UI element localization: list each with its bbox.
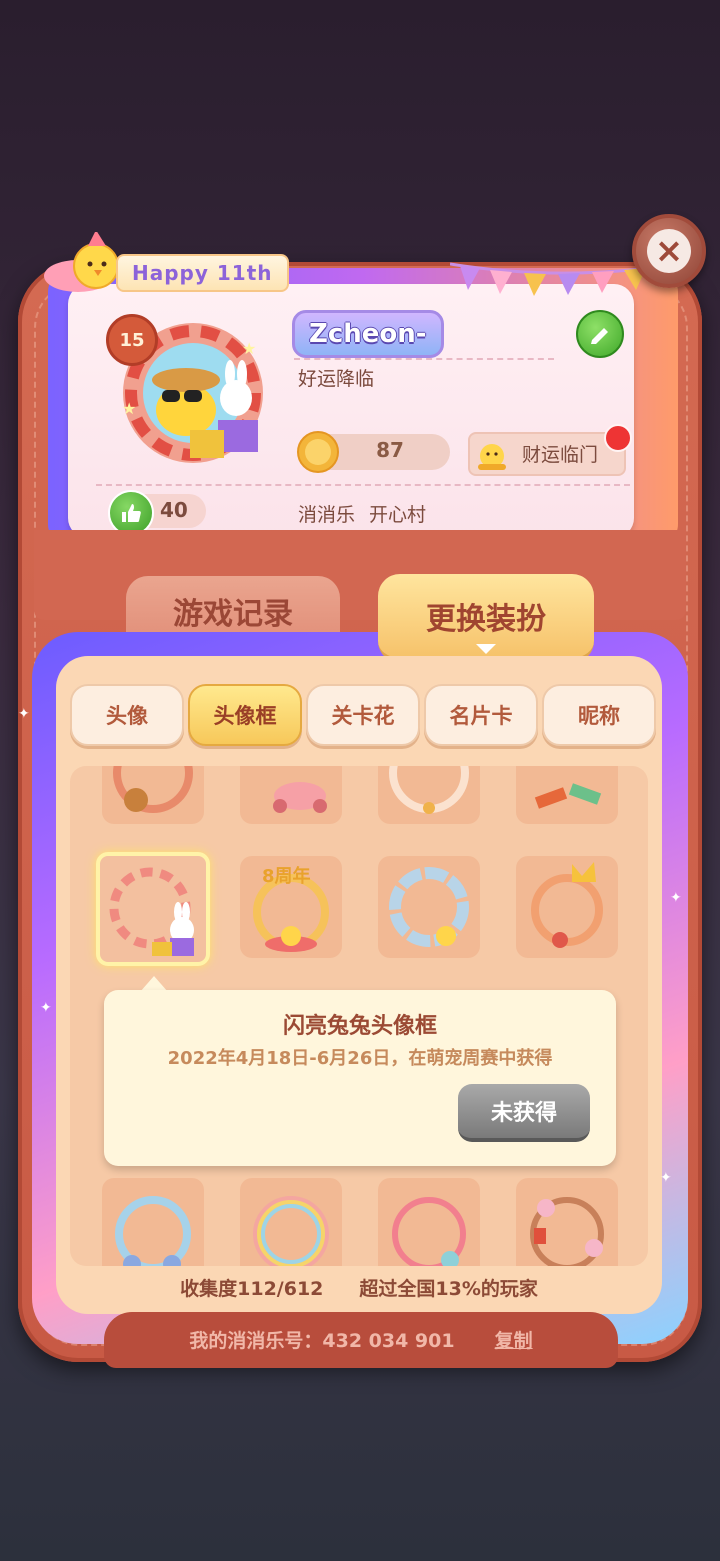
- frame-item-ribbon[interactable]: [378, 766, 480, 824]
- subtab-level-flower[interactable]: 关卡花: [306, 684, 420, 746]
- frame-item-rainbow[interactable]: [240, 1178, 342, 1266]
- nickname: Zcheon-: [292, 310, 444, 358]
- level-badge: 15: [106, 314, 158, 366]
- account-label: 我的消消乐号：432 034 901: [189, 1330, 455, 1352]
- subtab-name-card[interactable]: 名片卡: [424, 684, 538, 746]
- likes-value: 40: [160, 498, 188, 522]
- frame-item-king[interactable]: [516, 856, 618, 958]
- divider: [294, 358, 554, 360]
- divider: [96, 484, 630, 486]
- pencil-icon: [591, 328, 608, 344]
- sparkle-icon: ✦: [18, 706, 30, 722]
- frame-item-blossom[interactable]: [516, 1178, 618, 1266]
- profile-motto: 好运降临: [298, 368, 375, 390]
- account-id: 我的消消乐号：432 034 901 复制: [104, 1326, 618, 1353]
- frame-item-rainbow-flower[interactable]: [102, 1178, 204, 1266]
- frame-item-prism[interactable]: [378, 856, 480, 958]
- subtab-avatar[interactable]: 头像: [70, 684, 184, 746]
- close-icon: ×: [647, 229, 691, 273]
- location-village: 开心村: [369, 504, 427, 526]
- frame-title: 闪亮兔兔头像框: [282, 1014, 437, 1039]
- frame-item-shiny-bunny[interactable]: [96, 852, 210, 966]
- location-game: 消消乐: [298, 504, 356, 526]
- frame-item-bear[interactable]: [102, 766, 204, 824]
- bunting-decoration: [450, 262, 650, 296]
- subtab-nickname[interactable]: 昵称: [542, 684, 656, 746]
- frame-item-scooter[interactable]: [240, 766, 342, 824]
- sparkle-icon: ✦: [660, 1170, 672, 1186]
- tab-indicator-icon: [476, 644, 496, 654]
- frame-item-candy[interactable]: [516, 766, 618, 824]
- copy-button[interactable]: 复制: [495, 1330, 533, 1352]
- notification-dot: [604, 424, 632, 452]
- event-tag: Happy 11th: [116, 254, 289, 292]
- thumbs-up-glyph: [122, 504, 141, 522]
- location: 消消乐 开心村: [298, 500, 440, 527]
- close-button[interactable]: ×: [632, 214, 706, 288]
- svg-text:★: ★: [122, 399, 136, 418]
- frame-description: 2022年4月18日-6月26日，在萌宠周赛中获得: [167, 1048, 553, 1069]
- frame-item-pink-ring[interactable]: [378, 1178, 480, 1266]
- coin-icon: [297, 431, 339, 473]
- sparkle-icon: ✦: [670, 890, 682, 906]
- frame-item-8th-anniversary[interactable]: 8周年: [240, 856, 342, 958]
- ranking-text: 超过全国13%的玩家: [359, 1278, 538, 1300]
- sparkle-icon: ✦: [40, 1000, 52, 1016]
- edit-profile-button[interactable]: [576, 310, 624, 358]
- lucky-chick-icon: [478, 444, 506, 470]
- sub-tabs: 头像 头像框 关卡花 名片卡 昵称: [70, 684, 656, 746]
- collection-stats: 收集度112/612 超过全国13%的玩家: [56, 1274, 662, 1301]
- coin-value: 87: [376, 438, 404, 462]
- not-obtained-button[interactable]: 未获得: [458, 1084, 590, 1142]
- collection-progress: 收集度112/612: [180, 1278, 324, 1300]
- anniversary-label: 8周年: [262, 866, 311, 887]
- luck-title-label: 财运临门: [522, 444, 599, 466]
- svg-text:★: ★: [242, 339, 256, 358]
- subtab-avatar-frame[interactable]: 头像框: [188, 684, 302, 746]
